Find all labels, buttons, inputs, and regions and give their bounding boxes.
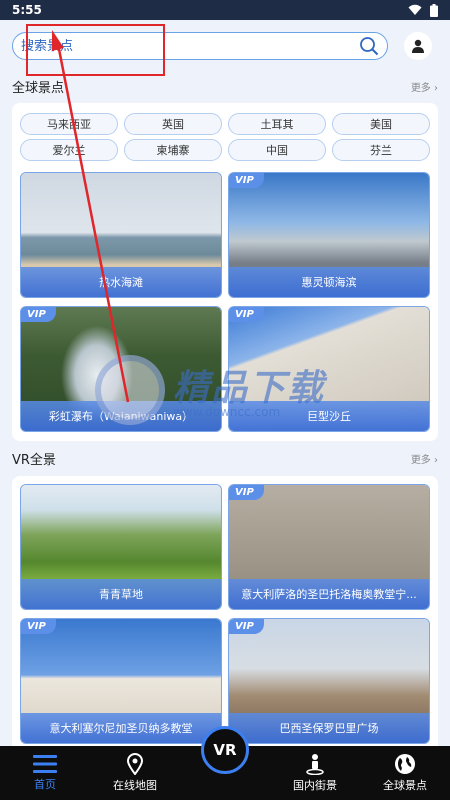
map-pin-icon [126,753,144,775]
nav-map[interactable]: 在线地图 [90,746,180,800]
spot-tile[interactable]: VIP 彩虹瀑布（Waianiwaniwa） [20,306,222,432]
country-chip[interactable]: 柬埔寨 [124,139,222,161]
vip-badge: VIP [229,307,264,322]
vip-badge: VIP [229,619,264,634]
status-bar: 5:55 [0,0,450,20]
search-input[interactable] [21,38,359,54]
global-section-header: 全球景点 更多 › [12,74,438,98]
tile-caption: 巴西圣保罗巴里广场 [229,713,429,743]
vr-tile[interactable]: VIP 意大利塞尔尼加圣贝纳多教堂 [20,618,222,744]
country-chip[interactable]: 马来西亚 [20,113,118,135]
country-chip[interactable]: 土耳其 [228,113,326,135]
tile-caption: 意大利塞尔尼加圣贝纳多教堂 [21,713,221,743]
section-title: 全球景点 [12,80,65,96]
tile-caption: 彩虹瀑布（Waianiwaniwa） [21,401,221,431]
tile-caption: 意大利萨洛的圣巴托洛梅奥教堂宁... [229,579,429,609]
menu-icon [33,755,57,773]
nav-label: 首页 [34,778,56,791]
vr-button[interactable]: VR [201,726,249,774]
globe-icon [395,754,415,774]
tile-caption: 巨型沙丘 [229,401,429,431]
global-card: 马来西亚 英国 土耳其 美国 爱尔兰 柬埔寨 中国 芬兰 热水海滩 VIP 惠灵… [12,103,438,441]
nav-label: 在线地图 [113,779,157,792]
battery-icon [430,3,438,17]
vr-tile[interactable]: VIP 意大利萨洛的圣巴托洛梅奥教堂宁... [228,484,430,610]
nav-label: 国内街景 [293,779,337,792]
section-title: VR全景 [12,452,56,468]
search-icon[interactable] [359,36,379,56]
nav-label: 全球景点 [383,779,427,792]
tile-caption: 青青草地 [21,579,221,609]
street-view-icon [306,754,324,775]
country-chip[interactable]: 美国 [332,113,430,135]
search-bar[interactable] [12,32,388,60]
status-time: 5:55 [12,3,42,17]
vip-badge: VIP [229,173,264,188]
vip-badge: VIP [229,485,264,500]
nav-home[interactable]: 首页 [0,746,90,800]
nav-domestic[interactable]: 国内街景 [270,746,360,800]
country-chip[interactable]: 芬兰 [332,139,430,161]
country-chip[interactable]: 中国 [228,139,326,161]
user-icon [412,39,424,53]
spot-tile[interactable]: 热水海滩 [20,172,222,298]
wifi-icon [408,4,422,15]
nav-global[interactable]: 全球景点 [360,746,450,800]
vr-tile[interactable]: VIP 巴西圣保罗巴里广场 [228,618,430,744]
tile-caption: 惠灵顿海滨 [229,267,429,297]
country-chip[interactable]: 英国 [124,113,222,135]
user-avatar-button[interactable] [404,32,432,60]
more-link[interactable]: 更多 › [411,79,438,94]
vip-badge: VIP [21,619,56,634]
country-chips: 马来西亚 英国 土耳其 美国 爱尔兰 柬埔寨 中国 芬兰 [20,113,430,161]
tile-caption: 热水海滩 [21,267,221,297]
vr-tile[interactable]: 青青草地 [20,484,222,610]
spot-tile[interactable]: VIP 巨型沙丘 [228,306,430,432]
vr-section-header: VR全景 更多 › [12,446,438,470]
spot-tile[interactable]: VIP 惠灵顿海滨 [228,172,430,298]
more-link[interactable]: 更多 › [411,451,438,466]
vr-card: 青青草地 VIP 意大利萨洛的圣巴托洛梅奥教堂宁... VIP 意大利塞尔尼加圣… [12,476,438,756]
header [0,20,450,72]
vip-badge: VIP [21,307,56,322]
country-chip[interactable]: 爱尔兰 [20,139,118,161]
